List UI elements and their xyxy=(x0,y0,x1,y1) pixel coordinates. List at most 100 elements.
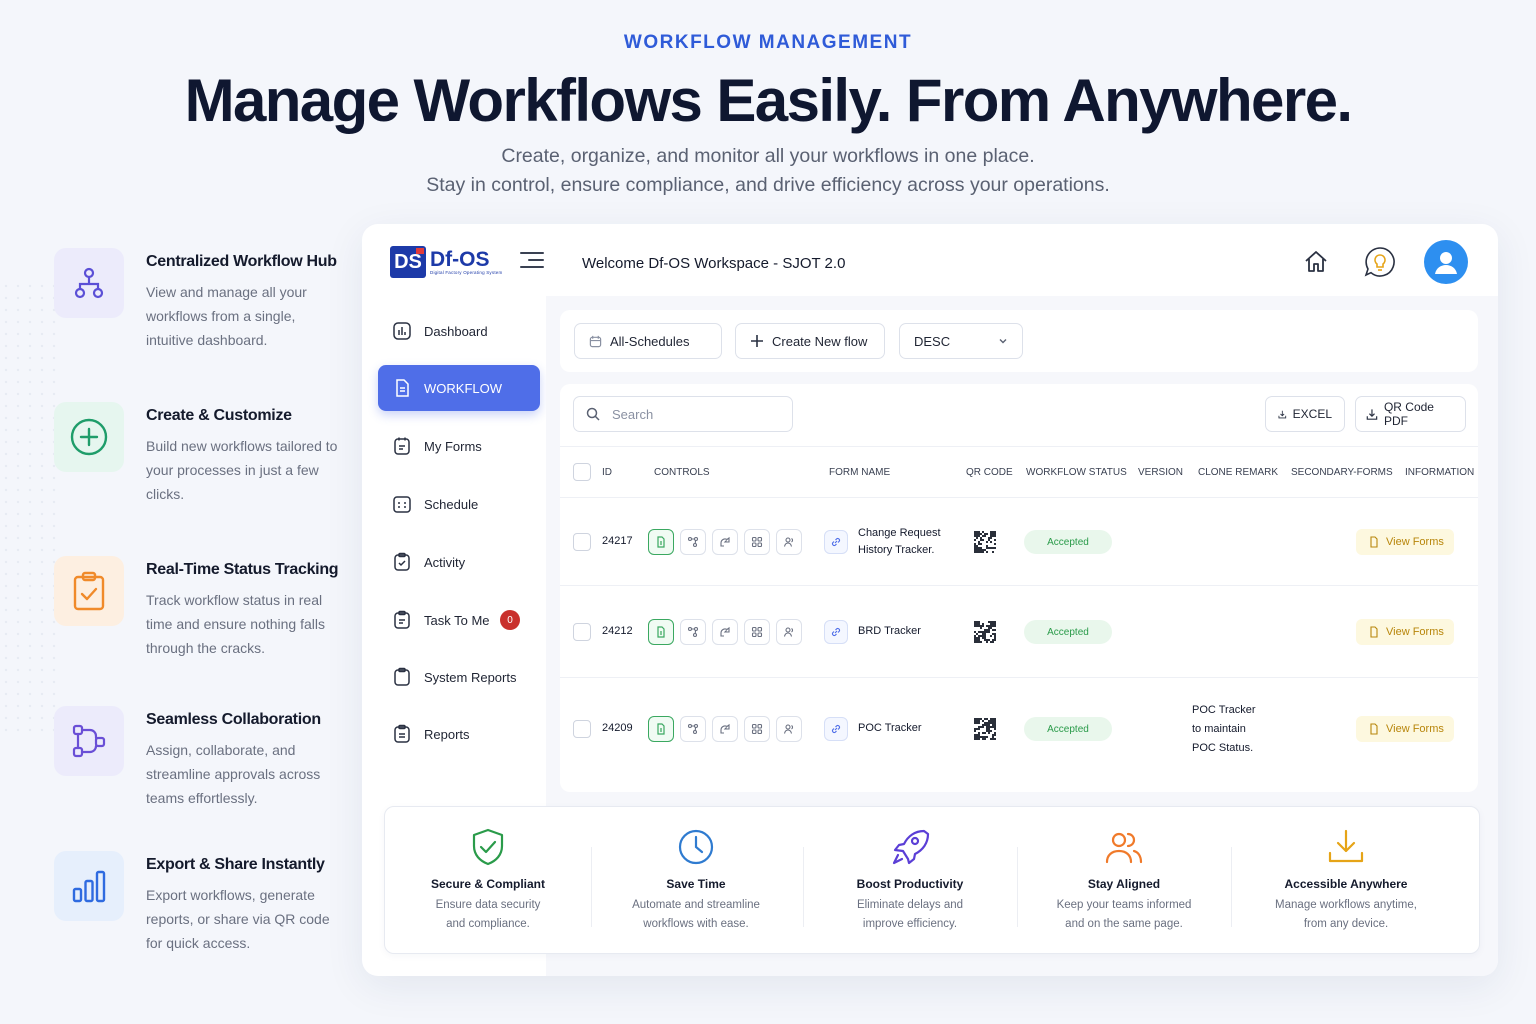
hero-eyebrow: WORKFLOW MANAGEMENT xyxy=(623,32,913,53)
benefit-title: Accessible Anywhere xyxy=(1284,877,1408,891)
qr-pdf-label: QR Code PDF xyxy=(1383,400,1434,428)
form-link-icon[interactable] xyxy=(824,620,848,644)
sort-order-value: DESC xyxy=(914,333,951,349)
header-form-name: FORM NAME xyxy=(829,467,891,478)
calendar-icon xyxy=(589,335,602,347)
sidebar-item-label: Schedule xyxy=(424,496,479,512)
view-forms-button[interactable]: View Forms xyxy=(1356,529,1454,555)
home-icon[interactable] xyxy=(1296,242,1336,282)
app-window: DS Df-OS Digital Factory Operating Syste… xyxy=(362,224,1498,976)
shield-check-icon xyxy=(472,828,504,866)
logo-tagline: Digital Factory Operating System xyxy=(430,269,503,275)
row-form-name: Change Request History Tracker. xyxy=(858,525,941,559)
row-controls xyxy=(648,529,802,555)
header-information: INFORMATION xyxy=(1405,467,1475,478)
benefit-desc-line: Keep your teams informed xyxy=(1056,899,1192,911)
edit-form-icon[interactable] xyxy=(648,716,674,742)
benefit-desc-line: workflows with ease. xyxy=(643,918,749,930)
qr-code-pdf-button[interactable]: QR Code PDF xyxy=(1355,396,1466,432)
edit-form-icon[interactable] xyxy=(648,619,674,645)
view-forms-button[interactable]: View Forms xyxy=(1356,716,1454,742)
qr-code-image[interactable] xyxy=(974,531,996,553)
sort-order-select[interactable]: DESC xyxy=(899,323,1023,359)
workflow-map-icon[interactable] xyxy=(680,529,706,555)
all-schedules-button[interactable]: All-Schedules xyxy=(574,323,722,359)
workflow-map-icon[interactable] xyxy=(680,619,706,645)
header-version: VERSION xyxy=(1138,467,1184,478)
sidebar-item-label: My Forms xyxy=(424,438,482,454)
grid-icon[interactable] xyxy=(744,716,770,742)
form-link-icon[interactable] xyxy=(824,717,848,741)
row-id: 24217 xyxy=(602,535,633,547)
export-excel-button[interactable]: EXCEL xyxy=(1265,396,1345,432)
row-clone-remark: POC Tracker to maintain POC Status. xyxy=(1192,701,1256,758)
assign-users-icon[interactable] xyxy=(776,619,802,645)
create-new-flow-button[interactable]: Create New flow xyxy=(735,323,885,359)
feature-title: Real-Time Status Tracking xyxy=(146,561,339,578)
sidebar-item-reports[interactable]: Reports xyxy=(378,711,540,757)
benefit-stay-aligned: Stay Aligned Keep your teams informed and… xyxy=(1021,807,1227,955)
document-icon xyxy=(1370,723,1378,735)
search-placeholder: Search xyxy=(612,406,654,422)
sidebar-item-label: Activity xyxy=(424,554,466,570)
user-avatar[interactable] xyxy=(1424,240,1468,284)
view-forms-button[interactable]: View Forms xyxy=(1356,619,1454,645)
clone-icon[interactable] xyxy=(712,619,738,645)
hierarchy-icon xyxy=(54,248,124,318)
sidebar-item-activity[interactable]: Activity xyxy=(378,539,540,585)
sidebar-item-task-to-me[interactable]: Task To Me 0 xyxy=(378,597,540,643)
grid-icon[interactable] xyxy=(744,529,770,555)
edit-form-icon[interactable] xyxy=(648,529,674,555)
benefit-desc-line: Manage workflows anytime, xyxy=(1275,899,1417,911)
benefit-accessible-anywhere: Accessible Anywhere Manage workflows any… xyxy=(1243,807,1449,955)
row-form-name: BRD Tracker xyxy=(858,623,921,640)
app-logo[interactable]: DS Df-OS Digital Factory Operating Syste… xyxy=(390,246,502,278)
workflow-map-icon[interactable] xyxy=(680,716,706,742)
select-all-checkbox[interactable] xyxy=(573,463,591,481)
document-icon xyxy=(1370,626,1378,638)
idea-bulb-icon[interactable] xyxy=(1360,242,1400,282)
benefit-secure-compliant: Secure & Compliant Ensure data security a… xyxy=(385,807,591,955)
sidebar-item-system-reports[interactable]: System Reports xyxy=(378,654,540,700)
document-icon xyxy=(396,379,409,397)
document-icon xyxy=(1370,536,1378,548)
row-id: 24212 xyxy=(602,625,633,637)
clipboard-icon xyxy=(394,667,410,686)
row-checkbox[interactable] xyxy=(573,623,591,641)
header-secondary-forms: SECONDARY-FORMS xyxy=(1291,467,1393,478)
row-checkbox[interactable] xyxy=(573,533,591,551)
sidebar-item-workflow[interactable]: WORKFLOW xyxy=(378,365,540,411)
benefit-boost-productivity: Boost Productivity Eliminate delays and i… xyxy=(807,807,1013,955)
form-link-icon[interactable] xyxy=(824,530,848,554)
sidebar-item-dashboard[interactable]: Dashboard xyxy=(378,308,540,354)
assign-users-icon[interactable] xyxy=(776,529,802,555)
sidebar-item-schedule[interactable]: Schedule xyxy=(378,481,540,527)
download-icon xyxy=(1366,408,1378,420)
qr-code-image[interactable] xyxy=(974,718,996,740)
benefit-title: Boost Productivity xyxy=(856,877,964,891)
workflow-table: Search EXCEL QR Code PDF ID CONTROLS FOR… xyxy=(560,384,1478,792)
all-schedules-label: All-Schedules xyxy=(610,333,690,349)
status-badge: Accepted xyxy=(1024,620,1112,644)
feature-title: Centralized Workflow Hub xyxy=(146,253,337,270)
flow-nodes-icon xyxy=(54,706,124,776)
grid-icon[interactable] xyxy=(744,619,770,645)
clone-icon[interactable] xyxy=(712,716,738,742)
row-checkbox[interactable] xyxy=(573,720,591,738)
qr-code-image[interactable] xyxy=(974,621,996,643)
clone-icon[interactable] xyxy=(712,529,738,555)
sidebar-item-my-forms[interactable]: My Forms xyxy=(378,423,540,469)
assign-users-icon[interactable] xyxy=(776,716,802,742)
clone-remark-line: POC Tracker xyxy=(1192,704,1256,716)
header-controls: CONTROLS xyxy=(654,467,710,478)
excel-label: EXCEL xyxy=(1292,407,1332,421)
table-row: 24209 POC Tracker Accepted POC Tracker t… xyxy=(560,678,1478,792)
menu-toggle-icon[interactable] xyxy=(520,252,544,270)
logo-mark: DS xyxy=(390,246,426,278)
row-id: 24209 xyxy=(602,722,633,734)
table-row: 24217 Change Request History Tracker. Ac… xyxy=(560,498,1478,586)
benefit-save-time: Save Time Automate and streamline workflo… xyxy=(593,807,799,955)
search-input[interactable]: Search xyxy=(573,396,793,432)
feature-desc: Build new workflows tailored to your pro… xyxy=(146,438,338,502)
benefit-title: Secure & Compliant xyxy=(430,877,546,891)
